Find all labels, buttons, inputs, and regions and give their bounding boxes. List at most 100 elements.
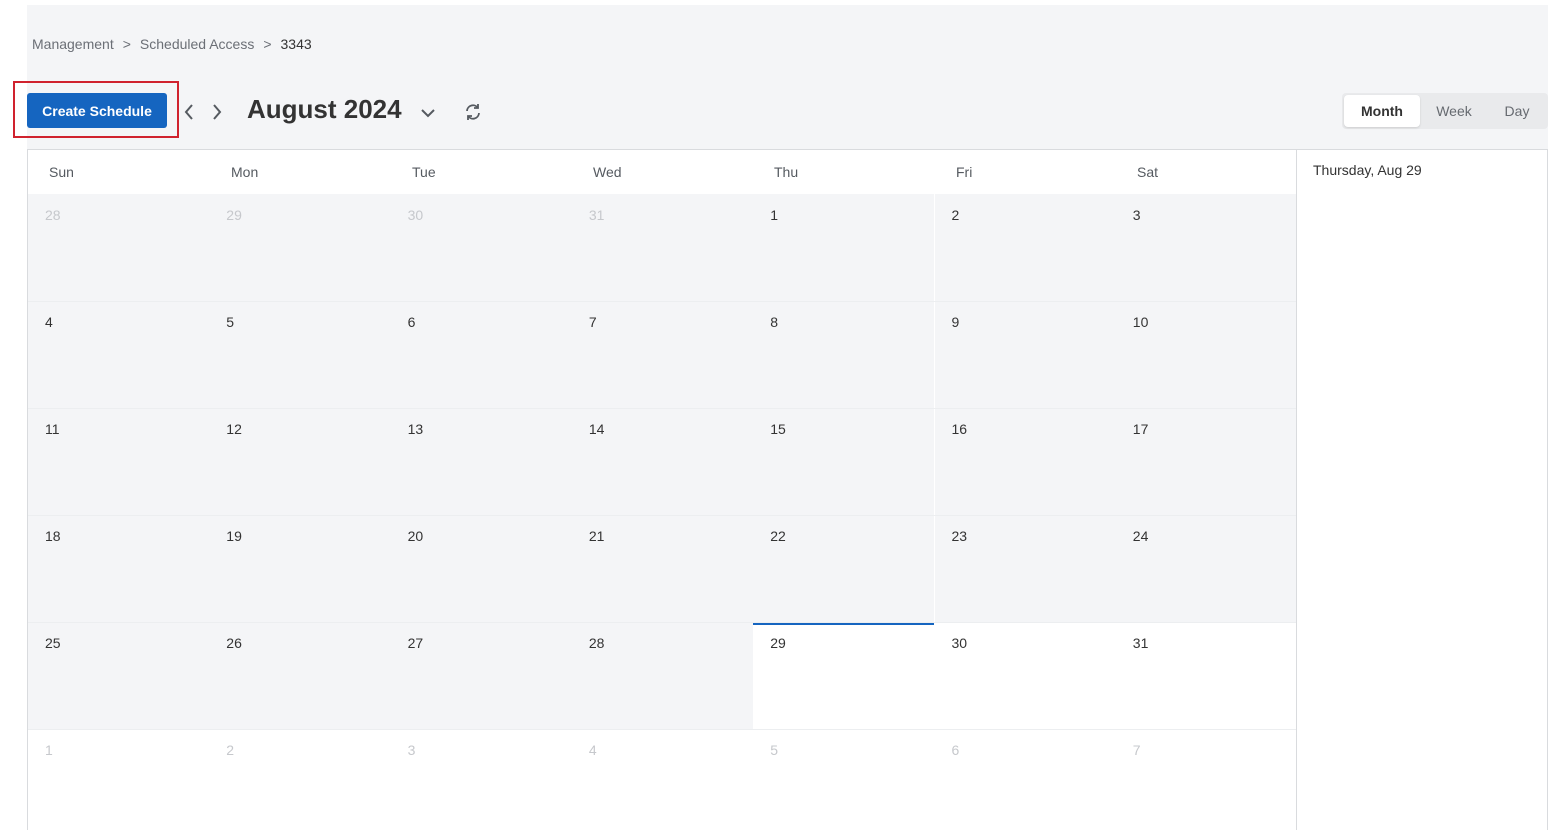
breadcrumb-management[interactable]: Management (32, 36, 114, 52)
calendar-day[interactable]: 23 (934, 515, 1116, 622)
day-number: 24 (1132, 528, 1149, 544)
day-number: 20 (407, 528, 424, 544)
calendar-day[interactable]: 12 (209, 408, 391, 515)
calendar-day[interactable]: 1 (28, 729, 210, 830)
selected-date-label: Thursday, Aug 29 (1313, 162, 1422, 178)
calendar-day[interactable]: 16 (934, 408, 1116, 515)
breadcrumb-separator: > (122, 36, 131, 52)
weekday-label: Tue (412, 164, 436, 180)
day-number: 8 (770, 314, 778, 330)
breadcrumb-current: 3343 (280, 36, 312, 52)
day-number: 28 (588, 635, 605, 651)
calendar-day[interactable]: 9 (934, 301, 1116, 408)
calendar-day[interactable]: 31 (571, 194, 754, 301)
weekday-label: Fri (956, 164, 973, 180)
weekday-label: Mon (231, 164, 259, 180)
calendar-day[interactable]: 7 (1115, 729, 1298, 830)
calendar-day[interactable]: 5 (209, 301, 391, 408)
day-number: 6 (951, 742, 960, 758)
calendar-day[interactable]: 27 (390, 622, 572, 729)
calendar-day[interactable]: 15 (753, 408, 935, 515)
day-number: 5 (226, 314, 235, 330)
view-day-button[interactable]: Day (1488, 95, 1546, 127)
calendar-day[interactable]: 7 (571, 301, 754, 408)
calendar-day[interactable]: 28 (571, 622, 754, 729)
calendar-day[interactable]: 30 (934, 622, 1116, 729)
day-number: 23 (951, 528, 968, 544)
calendar-day[interactable]: 3 (390, 729, 572, 830)
day-number: 28 (45, 207, 61, 223)
day-number: 21 (588, 528, 605, 544)
month-title: August 2024 (247, 94, 402, 124)
view-month-button[interactable]: Month (1344, 95, 1420, 127)
row-divider (28, 408, 1297, 409)
day-number: 30 (951, 635, 968, 651)
calendar-day[interactable]: 14 (571, 408, 754, 515)
day-number: 4 (588, 742, 597, 758)
calendar-day[interactable]: 31 (1115, 622, 1298, 729)
chevron-right-icon[interactable] (208, 101, 226, 123)
calendar-day[interactable]: 3 (1115, 194, 1298, 301)
month-calendar: Sun Mon Tue Wed Thu Fri Sat 28 29 30 31 1 2 3 4… (27, 149, 1298, 830)
calendar-day[interactable]: 4 (571, 729, 754, 830)
day-number: 29 (226, 207, 242, 223)
chevron-down-icon[interactable] (418, 103, 438, 123)
calendar-day[interactable]: 21 (571, 515, 754, 622)
day-number: 17 (1132, 421, 1149, 437)
breadcrumb: Management > Scheduled Access > 3343 (32, 36, 312, 52)
calendar-day[interactable]: 22 (753, 515, 935, 622)
day-number: 26 (226, 635, 242, 651)
calendar-day[interactable]: 6 (390, 301, 572, 408)
calendar-day[interactable]: 13 (390, 408, 572, 515)
chevron-left-icon[interactable] (180, 101, 198, 123)
day-number: 12 (226, 421, 242, 437)
calendar-day[interactable]: 17 (1115, 408, 1298, 515)
calendar-day[interactable]: 2 (934, 194, 1116, 301)
row-divider (28, 515, 1297, 516)
day-number: 7 (588, 314, 597, 330)
calendar-day[interactable]: 1 (753, 194, 935, 301)
day-number: 4 (45, 314, 53, 330)
day-number: 5 (770, 742, 778, 758)
day-number: 3 (407, 742, 416, 758)
day-number: 7 (1132, 742, 1141, 758)
calendar-day[interactable]: 8 (753, 301, 935, 408)
calendar-day[interactable]: 6 (934, 729, 1116, 830)
calendar-day-today[interactable]: 29 (753, 622, 935, 729)
view-week-button[interactable]: Week (1420, 95, 1488, 127)
calendar-day[interactable]: 25 (28, 622, 210, 729)
day-number: 15 (770, 421, 786, 437)
calendar-day[interactable]: 26 (209, 622, 391, 729)
row-divider (28, 622, 1297, 623)
create-schedule-button[interactable]: Create Schedule (27, 93, 167, 128)
calendar-day[interactable]: 20 (390, 515, 572, 622)
day-number: 2 (951, 207, 960, 223)
day-number: 22 (770, 528, 786, 544)
calendar-day[interactable]: 19 (209, 515, 391, 622)
breadcrumb-scheduled-access[interactable]: Scheduled Access (140, 36, 254, 52)
day-number: 16 (951, 421, 968, 437)
day-number: 18 (45, 528, 61, 544)
calendar-day[interactable]: 10 (1115, 301, 1298, 408)
day-number: 3 (1132, 207, 1141, 223)
calendar-day[interactable]: 4 (28, 301, 210, 408)
calendar-day[interactable]: 29 (209, 194, 391, 301)
day-number: 31 (588, 207, 605, 223)
day-number: 30 (407, 207, 424, 223)
refresh-icon[interactable] (462, 101, 484, 123)
day-number: 11 (45, 421, 60, 437)
calendar-day[interactable]: 11 (28, 408, 210, 515)
weekday-label: Thu (774, 164, 799, 180)
calendar-day[interactable]: 18 (28, 515, 210, 622)
calendar-day[interactable]: 2 (209, 729, 391, 830)
day-number: 2 (226, 742, 235, 758)
day-detail-panel: Thursday, Aug 29 (1296, 149, 1548, 830)
calendar-day[interactable]: 24 (1115, 515, 1298, 622)
calendar-day[interactable]: 30 (390, 194, 572, 301)
calendar-day[interactable]: 5 (753, 729, 935, 830)
breadcrumb-separator: > (263, 36, 272, 52)
calendar-day[interactable]: 28 (28, 194, 210, 301)
day-number: 29 (770, 635, 786, 651)
day-number: 10 (1132, 314, 1149, 330)
day-number: 1 (45, 742, 53, 758)
